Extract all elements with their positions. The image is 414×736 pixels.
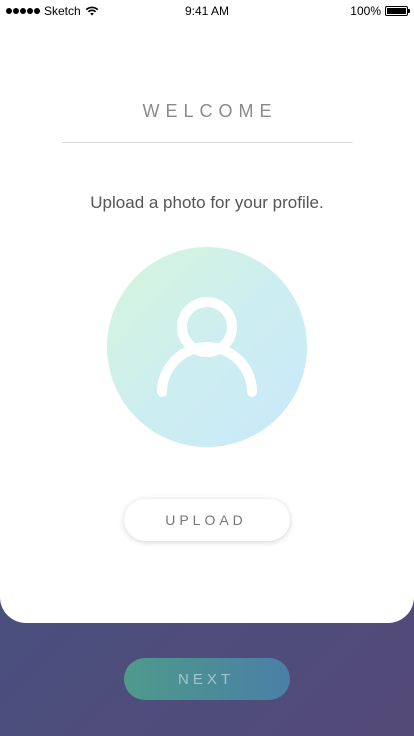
person-icon [157, 297, 257, 397]
status-bar: Sketch 9:41 AM 100% [0, 0, 414, 22]
battery-icon [385, 6, 410, 16]
upload-button[interactable]: UPLOAD [124, 499, 290, 541]
profile-card: Sketch 9:41 AM 100% WELCOME Upload a pho… [0, 0, 414, 623]
upload-instruction: Upload a photo for your profile. [90, 193, 324, 212]
battery-percentage: 100% [350, 4, 381, 18]
title-divider [62, 142, 353, 143]
welcome-title: WELCOME [142, 101, 278, 121]
next-button[interactable]: NEXT [124, 658, 290, 700]
avatar-placeholder[interactable] [107, 247, 307, 447]
status-right: 100% [350, 4, 410, 18]
